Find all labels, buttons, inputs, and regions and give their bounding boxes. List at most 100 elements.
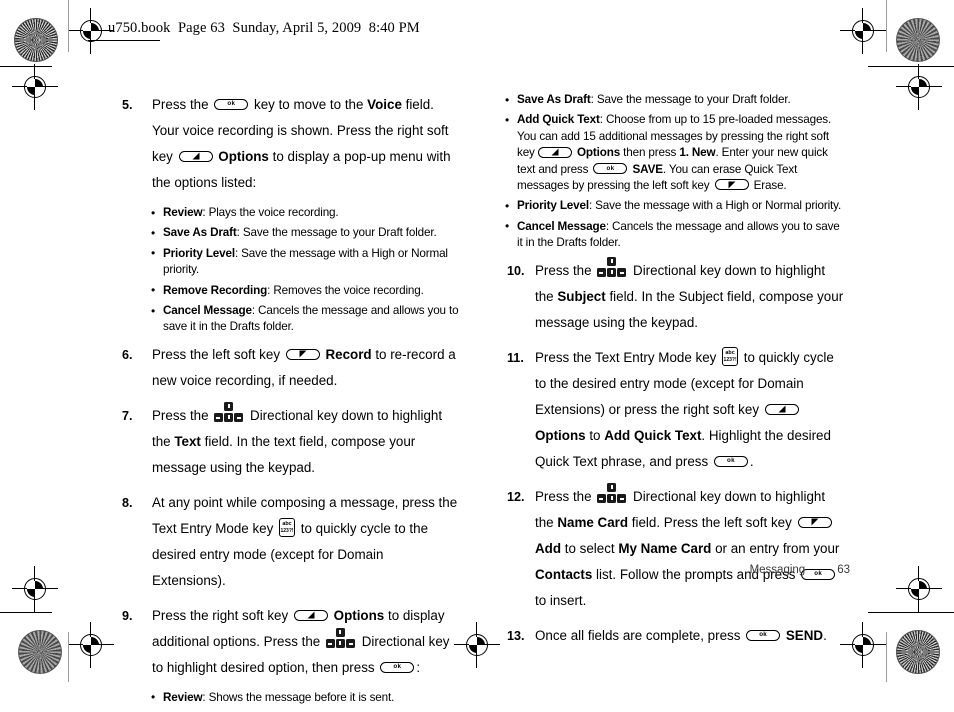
list-item: Remove Recording: Removes the voice reco…	[151, 282, 460, 299]
header-underline	[88, 40, 160, 41]
step-12-text-e: or an entry from your	[711, 540, 840, 556]
bullet-term: Priority Level	[163, 246, 235, 260]
dir-center-arrow	[227, 415, 230, 420]
directional-key-icon	[597, 256, 627, 278]
dir-left-arrow	[327, 642, 332, 645]
dir-center-arrow	[610, 270, 613, 275]
step-5-options-term: Options	[218, 149, 269, 164]
ok-key-icon: ok	[380, 661, 415, 673]
footer-page-number: 63	[837, 564, 850, 576]
dir-up-arrow	[339, 629, 342, 634]
list-item: Save As Draft: Save the message to your …	[151, 225, 460, 242]
left-soft-key-triangle	[811, 518, 819, 526]
directional-key-icon	[214, 401, 244, 423]
right-soft-key-icon	[537, 146, 572, 158]
page-footer: Messaging 63	[505, 564, 850, 576]
bullet-term: Save As Draft	[517, 93, 591, 106]
bullet-term: Priority Level	[517, 199, 589, 213]
step-6-body: Press the left soft key Record to re-rec…	[152, 342, 460, 394]
ok-key-icon: ok	[713, 455, 748, 467]
step-7: 7. Press the Directional key down to hig…	[120, 401, 460, 481]
step-10-subject-term: Subject	[557, 288, 606, 304]
step-11-number: 11.	[507, 350, 524, 365]
step-5-body: Press the ok key to move to the Voice fi…	[152, 92, 460, 196]
left-column: 5. Press the ok key to move to the Voice…	[120, 92, 460, 712]
dir-left-arrow	[599, 497, 604, 500]
step-11: 11. Press the Text Entry Mode key abc 12…	[505, 345, 845, 475]
step-10-body: Press the Directional key down to highli…	[535, 256, 845, 336]
dir-center-arrow	[339, 641, 342, 646]
ok-key-label: ok	[227, 100, 236, 108]
registration-target-top-left	[68, 8, 114, 54]
dir-up-arrow	[610, 484, 613, 489]
bullet-text-e: Erase.	[750, 179, 787, 193]
step-7-number: 7.	[122, 408, 133, 423]
registration-rosette-top-left	[14, 18, 58, 62]
bullet-save-label: SAVE	[632, 162, 664, 176]
bullet-text-b: then press	[620, 146, 680, 160]
trim-rule-right-vertical-bottom	[886, 632, 887, 682]
registration-target-bottom-left	[68, 622, 114, 668]
step-6-record-term: Record	[325, 346, 372, 362]
tem-key-abc: abc	[282, 520, 292, 527]
registration-target-right-lower	[896, 566, 942, 612]
text-entry-mode-key-icon: abc 123?!	[722, 346, 739, 366]
list-item: Save As Draft: Save the message to your …	[505, 91, 845, 108]
step-8-number: 8.	[122, 495, 133, 510]
trim-rule-bottom-right	[868, 612, 954, 613]
registration-rosette-bottom-right	[896, 630, 940, 674]
step-8-body: At any point while composing a message, …	[152, 490, 460, 594]
registration-rosette-bottom-left	[18, 630, 62, 674]
bullet-term: Cancel Message	[517, 219, 606, 233]
bullet-text: : Save the message to your Draft folder.	[590, 93, 791, 106]
step-13-number: 13.	[507, 628, 525, 643]
step-13: 13. Once all fields are complete, press …	[505, 623, 845, 649]
left-soft-key-icon	[797, 516, 832, 528]
bullet-text: : Plays the voice recording.	[202, 206, 339, 219]
step-11-body: Press the Text Entry Mode key abc 123?! …	[535, 345, 845, 475]
right-soft-key-triangle	[551, 148, 559, 156]
text-entry-mode-key-icon: abc 123?!	[279, 517, 296, 537]
trim-rule-right-vertical	[886, 0, 887, 52]
step-13-text-a: Once all fields are complete, press	[535, 627, 745, 643]
step-9: 9. Press the right soft key Options to d…	[120, 603, 460, 681]
left-soft-key-triangle	[728, 181, 736, 189]
book-header-line: u750.book Page 63 Sunday, April 5, 2009 …	[108, 20, 420, 36]
right-soft-key-icon	[178, 150, 213, 162]
ok-key-icon: ok	[214, 98, 249, 110]
ok-key-label: ok	[393, 663, 402, 671]
trim-rule-left-vertical	[68, 0, 69, 52]
trim-rule-bottom-left	[0, 612, 52, 613]
footer-section-label: Messaging	[749, 564, 806, 576]
bullet-text: : Save the message with a High or Normal…	[588, 199, 842, 213]
step-9-number: 9.	[122, 608, 133, 623]
step-12-text-g: to insert.	[535, 592, 587, 608]
step-11-text-a: Press the Text Entry Mode key	[535, 349, 721, 365]
dir-up-arrow	[227, 403, 230, 408]
right-soft-key-icon	[293, 609, 328, 621]
bullet-new-label: 1. New	[679, 146, 716, 160]
step-10-number: 10.	[507, 263, 525, 278]
trim-rule-top-right	[868, 66, 954, 67]
tem-key-123: 123?!	[723, 356, 737, 363]
step-13-body: Once all fields are complete, press ok S…	[535, 623, 845, 649]
step-12-body: Press the Directional key down to highli…	[535, 482, 845, 614]
right-soft-key-triangle	[778, 405, 786, 413]
dir-right-arrow	[620, 497, 625, 500]
step-12-text-a: Press the	[535, 488, 596, 504]
left-soft-key-icon	[714, 179, 749, 191]
step-5-text-a: Press the	[152, 97, 213, 112]
step-10: 10. Press the Directional key down to hi…	[505, 256, 845, 336]
step-11-aqt-term: Add Quick Text	[604, 427, 702, 443]
step-6-text-a: Press the left soft key	[152, 346, 284, 362]
right-soft-key-icon	[764, 403, 799, 415]
step-12-number: 12.	[507, 489, 525, 504]
list-item: Priority Level: Save the message with a …	[151, 245, 460, 279]
dir-left-arrow	[599, 271, 604, 274]
bullet-term: Cancel Message	[163, 304, 252, 318]
step-6-number: 6.	[122, 347, 133, 362]
step-12-namecard-term: Name Card	[557, 514, 629, 530]
right-top-bullets: Save As Draft: Save the message to your …	[505, 91, 845, 252]
right-soft-key-triangle	[192, 152, 200, 160]
registration-target-left-lower	[12, 566, 58, 612]
